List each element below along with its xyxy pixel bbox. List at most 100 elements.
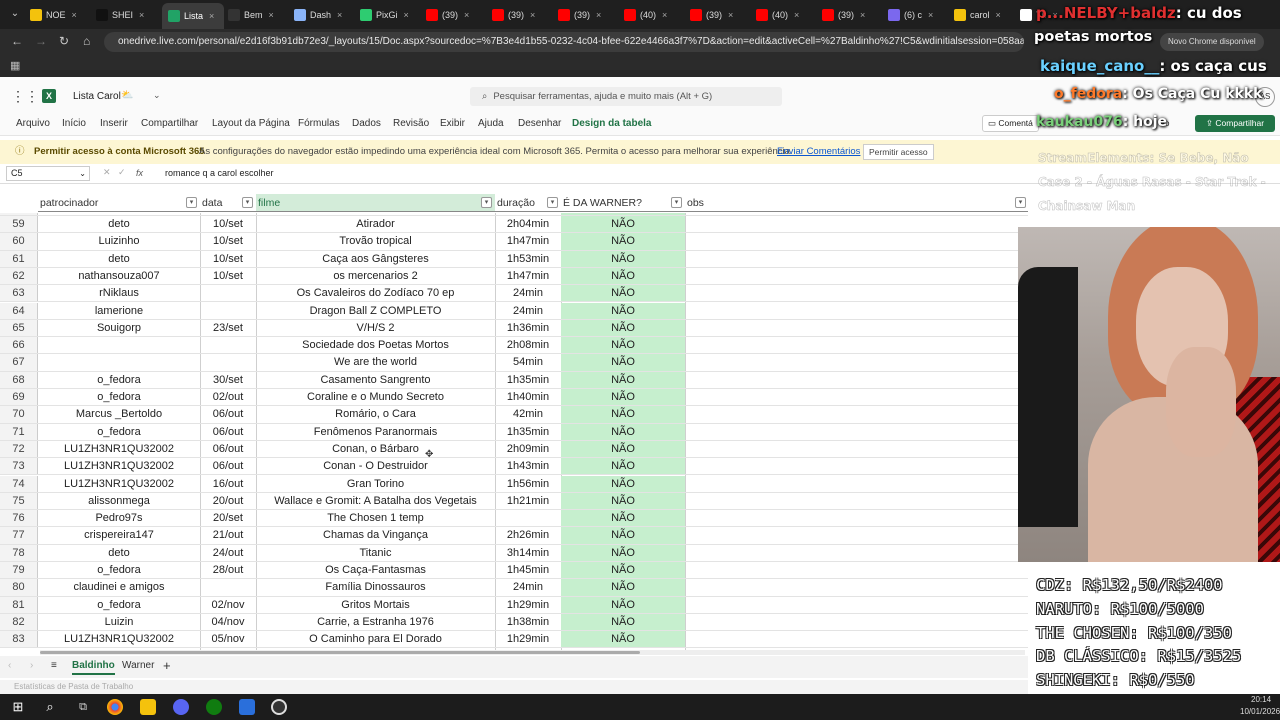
cell-warner[interactable]: NÃO <box>561 354 685 371</box>
home-icon[interactable]: ⌂ <box>83 34 90 48</box>
sheet-tab-baldinho[interactable]: Baldinho <box>72 660 115 675</box>
browser-tab[interactable]: (40) × <box>624 5 686 25</box>
cell-data[interactable] <box>200 354 256 370</box>
windows-start-icon[interactable]: ⊞ <box>10 699 26 715</box>
horizontal-scrollbar[interactable] <box>40 650 1025 655</box>
table-row[interactable]: 76 Pedro97s 20/set The Chosen 1 temp NÃO <box>0 510 1028 528</box>
shield-icon[interactable] <box>239 699 255 715</box>
close-icon[interactable]: × <box>209 11 214 21</box>
col-header-obs[interactable]: obs ▾ <box>685 194 1028 212</box>
cell-filme[interactable]: V/H/S 2 <box>256 320 495 336</box>
cell-patrocinador[interactable] <box>38 354 200 370</box>
next-sheet-icon[interactable]: › <box>30 660 33 671</box>
col-header-duracao[interactable]: duração ▾ <box>495 194 561 212</box>
close-icon[interactable]: × <box>530 10 535 20</box>
cell-obs[interactable] <box>685 493 1028 509</box>
cell-warner[interactable]: NÃO <box>561 458 685 475</box>
cell-obs[interactable] <box>685 458 1028 474</box>
cell-obs[interactable] <box>685 510 1028 526</box>
browser-tab[interactable]: Dash × <box>294 5 356 25</box>
row-number[interactable]: 60 <box>0 233 38 250</box>
cell-patrocinador[interactable]: LU1ZH3NR1QU32002 <box>38 476 200 492</box>
cell-data[interactable]: 02/nov <box>200 597 256 613</box>
cell-filme[interactable]: O Caminho para El Dorado <box>256 631 495 647</box>
cell-patrocinador[interactable]: lamerione <box>38 303 200 319</box>
cell-obs[interactable] <box>685 476 1028 492</box>
cell-data[interactable]: 20/out <box>200 493 256 509</box>
table-row[interactable]: 78 deto 24/out Titanic 3h14min NÃO <box>0 544 1028 562</box>
close-icon[interactable]: × <box>728 10 733 20</box>
cell-duracao[interactable]: 1h47min <box>495 233 561 249</box>
table-row[interactable]: 68 o_fedora 30/set Casamento Sangrento 1h35m… <box>0 371 1028 389</box>
clock-time[interactable]: 20:14 <box>1251 695 1271 704</box>
cell-patrocinador[interactable] <box>38 337 200 353</box>
row-number[interactable]: 69 <box>0 389 38 406</box>
clock-date[interactable]: 10/01/2026 <box>1240 707 1280 716</box>
cell-data[interactable]: 06/out <box>200 424 256 440</box>
row-number[interactable]: 62 <box>0 267 38 285</box>
cell-obs[interactable] <box>685 631 1028 647</box>
close-icon[interactable]: × <box>996 10 1001 20</box>
cell-obs[interactable] <box>685 597 1028 613</box>
cell-filme[interactable]: Conan, o Bárbaro <box>256 441 495 457</box>
browser-tab[interactable]: NOE × <box>30 5 92 25</box>
cell-duracao[interactable]: 1h36min <box>495 320 561 336</box>
prev-sheet-icon[interactable]: ‹ <box>8 660 11 671</box>
cell-warner[interactable]: NÃO <box>561 216 685 233</box>
row-number[interactable]: 61 <box>0 250 38 267</box>
row-number[interactable]: 65 <box>0 319 38 337</box>
cell-data[interactable]: 05/nov <box>200 631 256 647</box>
cell-filme[interactable]: Os Caça-Fantasmas <box>256 562 495 578</box>
cell-data[interactable]: 10/set <box>200 268 256 284</box>
cell-filme[interactable]: Romário, o Cara <box>256 406 495 422</box>
row-number[interactable]: 71 <box>0 423 38 440</box>
filter-dropdown-icon[interactable]: ▾ <box>186 197 197 208</box>
table-row[interactable]: 62 nathansouza007 10/set os mercenarios 2 1h… <box>0 267 1028 286</box>
cell-warner[interactable]: NÃO <box>561 285 685 302</box>
cell-patrocinador[interactable]: Marcus _Bertoldo <box>38 406 200 422</box>
row-number[interactable]: 68 <box>0 371 38 388</box>
row-number[interactable]: 83 <box>0 631 38 648</box>
forward-icon[interactable]: → <box>35 34 47 48</box>
cell-obs[interactable] <box>685 320 1028 336</box>
cell-data[interactable]: 20/set <box>200 510 256 526</box>
sheet-tab-warner[interactable]: Warner <box>122 660 154 671</box>
filter-dropdown-icon[interactable]: ▾ <box>671 197 682 208</box>
cell-patrocinador[interactable]: o_fedora <box>38 424 200 440</box>
cell-obs[interactable] <box>685 233 1028 249</box>
obs-icon[interactable] <box>271 699 287 715</box>
cell-warner[interactable]: NÃO <box>561 527 685 544</box>
cell-filme[interactable]: Casamento Sangrento <box>256 372 495 388</box>
row-number[interactable]: 70 <box>0 406 38 423</box>
row-number[interactable]: 64 <box>0 302 38 319</box>
browser-tab[interactable]: carol × <box>954 5 1016 25</box>
cell-patrocinador[interactable]: Luizin <box>38 614 200 630</box>
cell-obs[interactable] <box>685 251 1028 267</box>
cell-data[interactable]: 16/out <box>200 476 256 492</box>
cell-duracao[interactable]: 1h56min <box>495 476 561 492</box>
cell-patrocinador[interactable]: LU1ZH3NR1QU32002 <box>38 441 200 457</box>
menu-desenhar[interactable]: Desenhar <box>518 118 561 129</box>
table-row[interactable]: 79 o_fedora 28/out Os Caça-Fantasmas 1h45min… <box>0 562 1028 580</box>
close-icon[interactable]: × <box>72 10 77 20</box>
cell-warner[interactable]: NÃO <box>561 233 685 250</box>
cell-obs[interactable] <box>685 285 1028 301</box>
cell-data[interactable]: 28/out <box>200 562 256 578</box>
cell-duracao[interactable]: 1h45min <box>495 562 561 578</box>
cell-data[interactable]: 06/out <box>200 406 256 422</box>
chrome-icon[interactable] <box>107 699 123 715</box>
xbox-icon[interactable] <box>206 699 222 715</box>
cell-obs[interactable] <box>685 406 1028 422</box>
tab-search-icon[interactable]: ⌄ <box>8 8 22 22</box>
cell-filme[interactable]: The Chosen 1 temp <box>256 510 495 526</box>
row-number[interactable]: 73 <box>0 458 38 475</box>
cell-patrocinador[interactable]: o_fedora <box>38 562 200 578</box>
close-icon[interactable]: × <box>269 10 274 20</box>
browser-tab[interactable]: (39) × <box>426 5 488 25</box>
cell-patrocinador[interactable]: LU1ZH3NR1QU32002 <box>38 458 200 474</box>
cell-patrocinador[interactable]: o_fedora <box>38 389 200 405</box>
cell-filme[interactable]: Chamas da Vingança <box>256 527 495 543</box>
row-number[interactable]: 67 <box>0 354 38 371</box>
cell-warner[interactable]: NÃO <box>561 423 685 440</box>
cell-duracao[interactable]: 2h04min <box>495 216 561 232</box>
